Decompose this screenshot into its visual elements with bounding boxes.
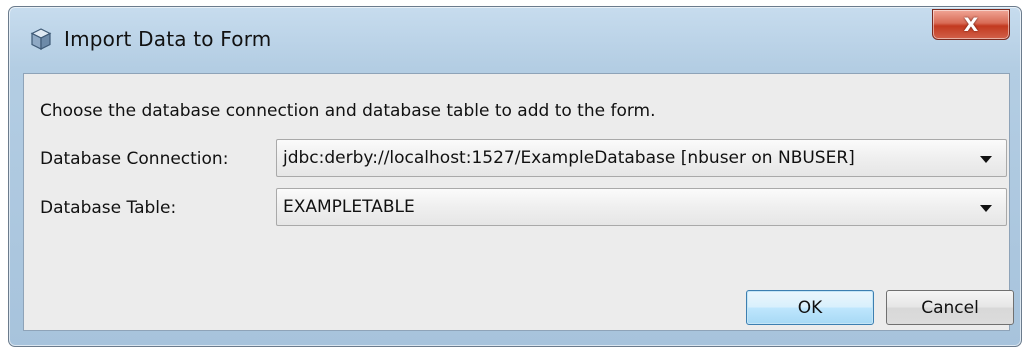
database-connection-label: Database Connection: (40, 149, 229, 169)
database-table-dropdown[interactable]: EXAMPLETABLE (276, 188, 1007, 226)
chevron-down-icon (980, 205, 992, 212)
title-bar[interactable]: Import Data to Form X (9, 7, 1021, 65)
database-connection-value: jdbc:derby://localhost:1527/ExampleDatab… (283, 148, 855, 168)
instruction-text: Choose the database connection and datab… (40, 101, 656, 121)
close-icon: X (963, 13, 979, 36)
chevron-down-icon (980, 156, 992, 163)
dialog-window: Import Data to Form X Choose the databas… (8, 6, 1022, 347)
cancel-button[interactable]: Cancel (886, 290, 1014, 325)
database-table-label: Database Table: (40, 198, 177, 218)
ok-button[interactable]: OK (746, 290, 874, 325)
database-table-value: EXAMPLETABLE (283, 197, 415, 217)
database-connection-dropdown[interactable]: jdbc:derby://localhost:1527/ExampleDatab… (276, 139, 1007, 177)
dialog-title: Import Data to Form (64, 27, 272, 51)
cube-icon (29, 27, 53, 51)
close-button[interactable]: X (932, 9, 1010, 40)
dialog-content: Choose the database connection and datab… (23, 73, 1014, 331)
